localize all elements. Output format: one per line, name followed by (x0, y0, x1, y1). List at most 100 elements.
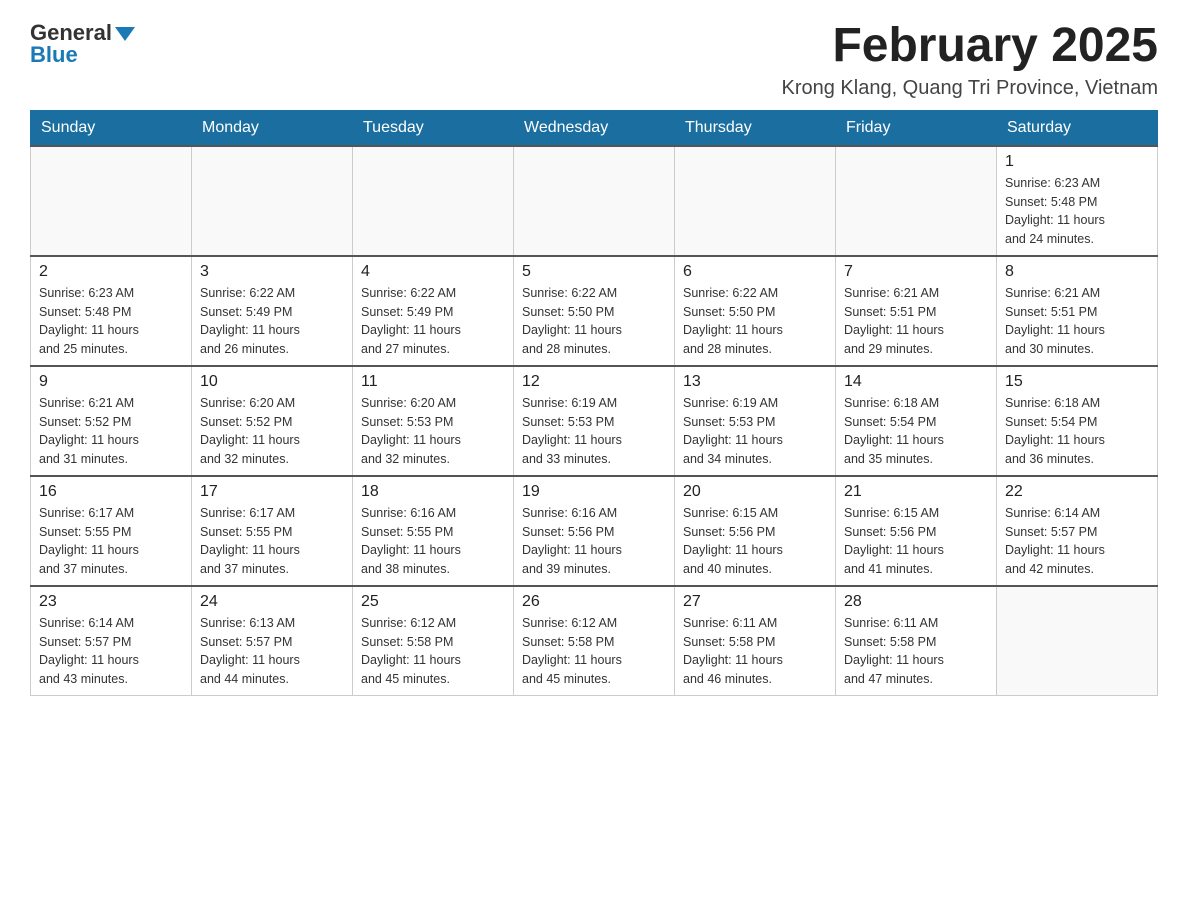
calendar-day-cell: 27 Sunrise: 6:11 AM Sunset: 5:58 PM Dayli… (675, 586, 836, 696)
calendar-day-cell: 13Sunrise: 6:19 AM Sunset: 5:53 PM Dayli… (675, 366, 836, 476)
calendar-header-row: SundayMondayTuesdayWednesdayThursdayFrid… (31, 110, 1158, 146)
day-info: Sunrise: 6:23 AM Sunset: 5:48 PM Dayligh… (1005, 174, 1149, 249)
day-info: Sunrise: 6:19 AM Sunset: 5:53 PM Dayligh… (522, 394, 666, 469)
calendar-day-cell: 24 Sunrise: 6:13 AM Sunset: 5:57 PM Dayli… (192, 586, 353, 696)
calendar-day-cell: 9 Sunrise: 6:21 AM Sunset: 5:52 PM Daylig… (31, 366, 192, 476)
calendar-day-cell: 2 Sunrise: 6:23 AM Sunset: 5:48 PM Daylig… (31, 256, 192, 366)
day-number: 9 (39, 373, 183, 391)
day-number: 4 (361, 263, 505, 281)
calendar-day-cell: 16Sunrise: 6:17 AM Sunset: 5:55 PM Dayli… (31, 476, 192, 586)
calendar-day-cell (192, 146, 353, 256)
day-number: 17 (200, 483, 344, 501)
calendar-week-row: 9 Sunrise: 6:21 AM Sunset: 5:52 PM Daylig… (31, 366, 1158, 476)
day-info: Sunrise: 6:11 AM Sunset: 5:58 PM Dayligh… (844, 614, 988, 689)
day-number: 26 (522, 593, 666, 611)
calendar-day-cell: 17 Sunrise: 6:17 AM Sunset: 5:55 PM Dayli… (192, 476, 353, 586)
calendar-day-cell: 19 Sunrise: 6:16 AM Sunset: 5:56 PM Dayli… (514, 476, 675, 586)
day-number: 27 (683, 593, 827, 611)
calendar-day-cell: 5 Sunrise: 6:22 AM Sunset: 5:50 PM Daylig… (514, 256, 675, 366)
day-of-week-header: Friday (836, 110, 997, 146)
day-info: Sunrise: 6:12 AM Sunset: 5:58 PM Dayligh… (361, 614, 505, 689)
day-of-week-header: Thursday (675, 110, 836, 146)
day-info: Sunrise: 6:21 AM Sunset: 5:52 PM Dayligh… (39, 394, 183, 469)
day-info: Sunrise: 6:15 AM Sunset: 5:56 PM Dayligh… (683, 504, 827, 579)
calendar-day-cell: 18 Sunrise: 6:16 AM Sunset: 5:55 PM Dayli… (353, 476, 514, 586)
calendar-day-cell: 8 Sunrise: 6:21 AM Sunset: 5:51 PM Daylig… (997, 256, 1158, 366)
day-number: 12 (522, 373, 666, 391)
calendar-week-row: 16Sunrise: 6:17 AM Sunset: 5:55 PM Dayli… (31, 476, 1158, 586)
day-number: 6 (683, 263, 827, 281)
page-header: General Blue February 2025 Krong Klang, … (30, 20, 1158, 100)
day-number: 10 (200, 373, 344, 391)
day-of-week-header: Wednesday (514, 110, 675, 146)
day-info: Sunrise: 6:22 AM Sunset: 5:50 PM Dayligh… (522, 284, 666, 359)
day-number: 23 (39, 593, 183, 611)
day-of-week-header: Sunday (31, 110, 192, 146)
calendar-day-cell: 20Sunrise: 6:15 AM Sunset: 5:56 PM Dayli… (675, 476, 836, 586)
logo-blue-text: Blue (30, 42, 78, 68)
day-number: 3 (200, 263, 344, 281)
calendar-day-cell: 6 Sunrise: 6:22 AM Sunset: 5:50 PM Daylig… (675, 256, 836, 366)
title-block: February 2025 Krong Klang, Quang Tri Pro… (781, 20, 1158, 100)
day-info: Sunrise: 6:23 AM Sunset: 5:48 PM Dayligh… (39, 284, 183, 359)
calendar-day-cell: 28 Sunrise: 6:11 AM Sunset: 5:58 PM Dayli… (836, 586, 997, 696)
day-number: 7 (844, 263, 988, 281)
calendar-day-cell: 21 Sunrise: 6:15 AM Sunset: 5:56 PM Dayli… (836, 476, 997, 586)
day-info: Sunrise: 6:15 AM Sunset: 5:56 PM Dayligh… (844, 504, 988, 579)
day-info: Sunrise: 6:20 AM Sunset: 5:52 PM Dayligh… (200, 394, 344, 469)
day-info: Sunrise: 6:13 AM Sunset: 5:57 PM Dayligh… (200, 614, 344, 689)
day-of-week-header: Monday (192, 110, 353, 146)
day-number: 5 (522, 263, 666, 281)
day-info: Sunrise: 6:14 AM Sunset: 5:57 PM Dayligh… (39, 614, 183, 689)
location-title: Krong Klang, Quang Tri Province, Vietnam (781, 77, 1158, 100)
calendar-day-cell: 3 Sunrise: 6:22 AM Sunset: 5:49 PM Daylig… (192, 256, 353, 366)
calendar-day-cell: 12 Sunrise: 6:19 AM Sunset: 5:53 PM Dayli… (514, 366, 675, 476)
day-info: Sunrise: 6:22 AM Sunset: 5:50 PM Dayligh… (683, 284, 827, 359)
calendar-day-cell: 15Sunrise: 6:18 AM Sunset: 5:54 PM Dayli… (997, 366, 1158, 476)
calendar-table: SundayMondayTuesdayWednesdayThursdayFrid… (30, 110, 1158, 696)
day-number: 24 (200, 593, 344, 611)
logo-arrow-icon (115, 27, 135, 41)
calendar-day-cell: 23 Sunrise: 6:14 AM Sunset: 5:57 PM Dayli… (31, 586, 192, 696)
calendar-week-row: 2 Sunrise: 6:23 AM Sunset: 5:48 PM Daylig… (31, 256, 1158, 366)
day-number: 25 (361, 593, 505, 611)
calendar-day-cell: 1 Sunrise: 6:23 AM Sunset: 5:48 PM Daylig… (997, 146, 1158, 256)
day-info: Sunrise: 6:16 AM Sunset: 5:56 PM Dayligh… (522, 504, 666, 579)
calendar-day-cell: 11 Sunrise: 6:20 AM Sunset: 5:53 PM Dayli… (353, 366, 514, 476)
day-number: 2 (39, 263, 183, 281)
calendar-day-cell (353, 146, 514, 256)
day-info: Sunrise: 6:11 AM Sunset: 5:58 PM Dayligh… (683, 614, 827, 689)
day-number: 22 (1005, 483, 1149, 501)
day-number: 1 (1005, 153, 1149, 171)
day-number: 28 (844, 593, 988, 611)
day-info: Sunrise: 6:17 AM Sunset: 5:55 PM Dayligh… (200, 504, 344, 579)
calendar-day-cell (675, 146, 836, 256)
day-info: Sunrise: 6:20 AM Sunset: 5:53 PM Dayligh… (361, 394, 505, 469)
day-number: 21 (844, 483, 988, 501)
day-number: 8 (1005, 263, 1149, 281)
day-number: 13 (683, 373, 827, 391)
day-of-week-header: Tuesday (353, 110, 514, 146)
day-info: Sunrise: 6:14 AM Sunset: 5:57 PM Dayligh… (1005, 504, 1149, 579)
day-number: 19 (522, 483, 666, 501)
day-number: 11 (361, 373, 505, 391)
calendar-day-cell: 7Sunrise: 6:21 AM Sunset: 5:51 PM Daylig… (836, 256, 997, 366)
month-title: February 2025 (781, 20, 1158, 73)
calendar-day-cell (997, 586, 1158, 696)
calendar-day-cell: 10 Sunrise: 6:20 AM Sunset: 5:52 PM Dayli… (192, 366, 353, 476)
day-info: Sunrise: 6:12 AM Sunset: 5:58 PM Dayligh… (522, 614, 666, 689)
calendar-day-cell: 22 Sunrise: 6:14 AM Sunset: 5:57 PM Dayli… (997, 476, 1158, 586)
day-info: Sunrise: 6:16 AM Sunset: 5:55 PM Dayligh… (361, 504, 505, 579)
day-of-week-header: Saturday (997, 110, 1158, 146)
calendar-day-cell (31, 146, 192, 256)
day-info: Sunrise: 6:22 AM Sunset: 5:49 PM Dayligh… (200, 284, 344, 359)
calendar-day-cell: 4 Sunrise: 6:22 AM Sunset: 5:49 PM Daylig… (353, 256, 514, 366)
day-info: Sunrise: 6:22 AM Sunset: 5:49 PM Dayligh… (361, 284, 505, 359)
day-number: 18 (361, 483, 505, 501)
day-info: Sunrise: 6:21 AM Sunset: 5:51 PM Dayligh… (1005, 284, 1149, 359)
calendar-week-row: 1 Sunrise: 6:23 AM Sunset: 5:48 PM Daylig… (31, 146, 1158, 256)
day-info: Sunrise: 6:18 AM Sunset: 5:54 PM Dayligh… (844, 394, 988, 469)
calendar-day-cell: 25 Sunrise: 6:12 AM Sunset: 5:58 PM Dayli… (353, 586, 514, 696)
calendar-day-cell: 26 Sunrise: 6:12 AM Sunset: 5:58 PM Dayli… (514, 586, 675, 696)
calendar-week-row: 23 Sunrise: 6:14 AM Sunset: 5:57 PM Dayli… (31, 586, 1158, 696)
